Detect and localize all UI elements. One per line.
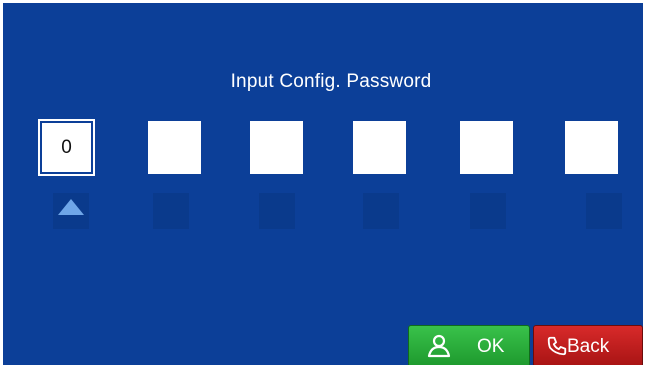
back-button[interactable]: Back	[533, 325, 643, 365]
password-digit-2[interactable]	[148, 121, 201, 174]
digit-indicator-slot-2	[153, 193, 189, 229]
password-digit-1[interactable]: 0	[40, 121, 93, 174]
password-digit-6[interactable]	[565, 121, 618, 174]
password-digit-3[interactable]	[250, 121, 303, 174]
user-icon	[427, 334, 451, 358]
password-digit-5[interactable]	[460, 121, 513, 174]
digit-indicator-slot-5	[470, 193, 506, 229]
phone-icon	[547, 336, 567, 356]
back-button-label: Back	[567, 336, 610, 357]
active-digit-caret-icon	[58, 199, 84, 215]
page-title: Input Config. Password	[230, 71, 432, 92]
ok-button-label: OK	[477, 336, 505, 357]
config-password-screen: Input Config. Password 0 OK Back	[3, 3, 643, 365]
digit-indicator-slot-3	[259, 193, 295, 229]
password-digit-4[interactable]	[353, 121, 406, 174]
digit-indicator-slot-1	[53, 193, 89, 229]
digit-indicator-slot-6	[586, 193, 622, 229]
digit-indicator-slot-4	[363, 193, 399, 229]
ok-button[interactable]: OK	[408, 325, 530, 365]
